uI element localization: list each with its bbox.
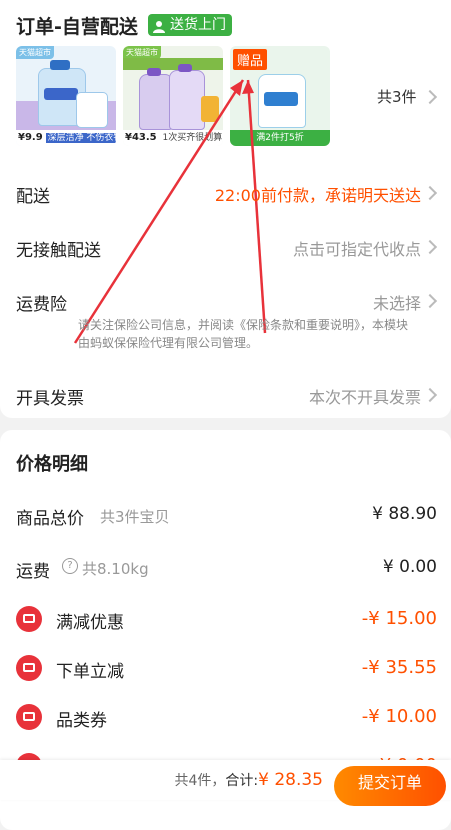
order-card: 订单-自营配送 送货上门 天猫超市 ¥9.9 深层洁净 不伤衣物 天猫超市 ¥4… (0, 0, 451, 418)
coupon-icon (16, 704, 42, 730)
goods-total-value: ¥ 88.90 (372, 504, 437, 524)
submit-order-button[interactable]: 提交订单 (334, 766, 446, 806)
contactless-value[interactable]: 点击可指定代收点 (293, 236, 421, 260)
annotation-arrows (73, 79, 267, 344)
goods-total-label: 商品总价 (16, 509, 84, 529)
shipping-label: 运费 (16, 562, 50, 582)
insurance-note[interactable]: 请关注保险公司信息，并阅读《保险条款和重要说明》，本模块由蚂蚁保保险代理有限公司… (78, 316, 418, 352)
coupon-icon (16, 655, 42, 681)
invoice-label: 开具发票 (16, 389, 84, 409)
freight-insurance-value[interactable]: 未选择 (373, 290, 421, 314)
discount-value[interactable]: -¥ 10.00 (362, 706, 437, 727)
goods-total-sub: 共3件宝贝 (100, 508, 170, 526)
shipping-value: ¥ 0.00 (382, 557, 437, 577)
price-detail-title: 价格明细 (16, 454, 88, 475)
discount-label: 满减优惠 (56, 613, 124, 633)
delivery-label: 配送 (16, 187, 50, 207)
invoice-value[interactable]: 本次不开具发票 (309, 384, 421, 408)
contactless-label: 无接触配送 (16, 241, 101, 261)
discount-label: 品类券 (56, 711, 107, 731)
delivery-value[interactable]: 22:00前付款，承诺明天送达 (215, 182, 421, 206)
total-value: ¥ 28.35 (258, 770, 323, 790)
help-icon[interactable]: ? (62, 558, 78, 574)
checkout-bar: 共4件，合计:¥ 28.35 提交订单 (0, 760, 451, 806)
discount-value[interactable]: -¥ 15.00 (362, 608, 437, 629)
coupon-icon (16, 606, 42, 632)
checkout-summary: 共4件，合计:¥ 28.35 (174, 770, 323, 790)
shipping-sub: 共8.10kg (82, 560, 149, 578)
discount-value[interactable]: -¥ 35.55 (362, 657, 437, 678)
discount-label: 下单立减 (56, 662, 124, 682)
freight-insurance-label: 运费险 (16, 295, 67, 315)
